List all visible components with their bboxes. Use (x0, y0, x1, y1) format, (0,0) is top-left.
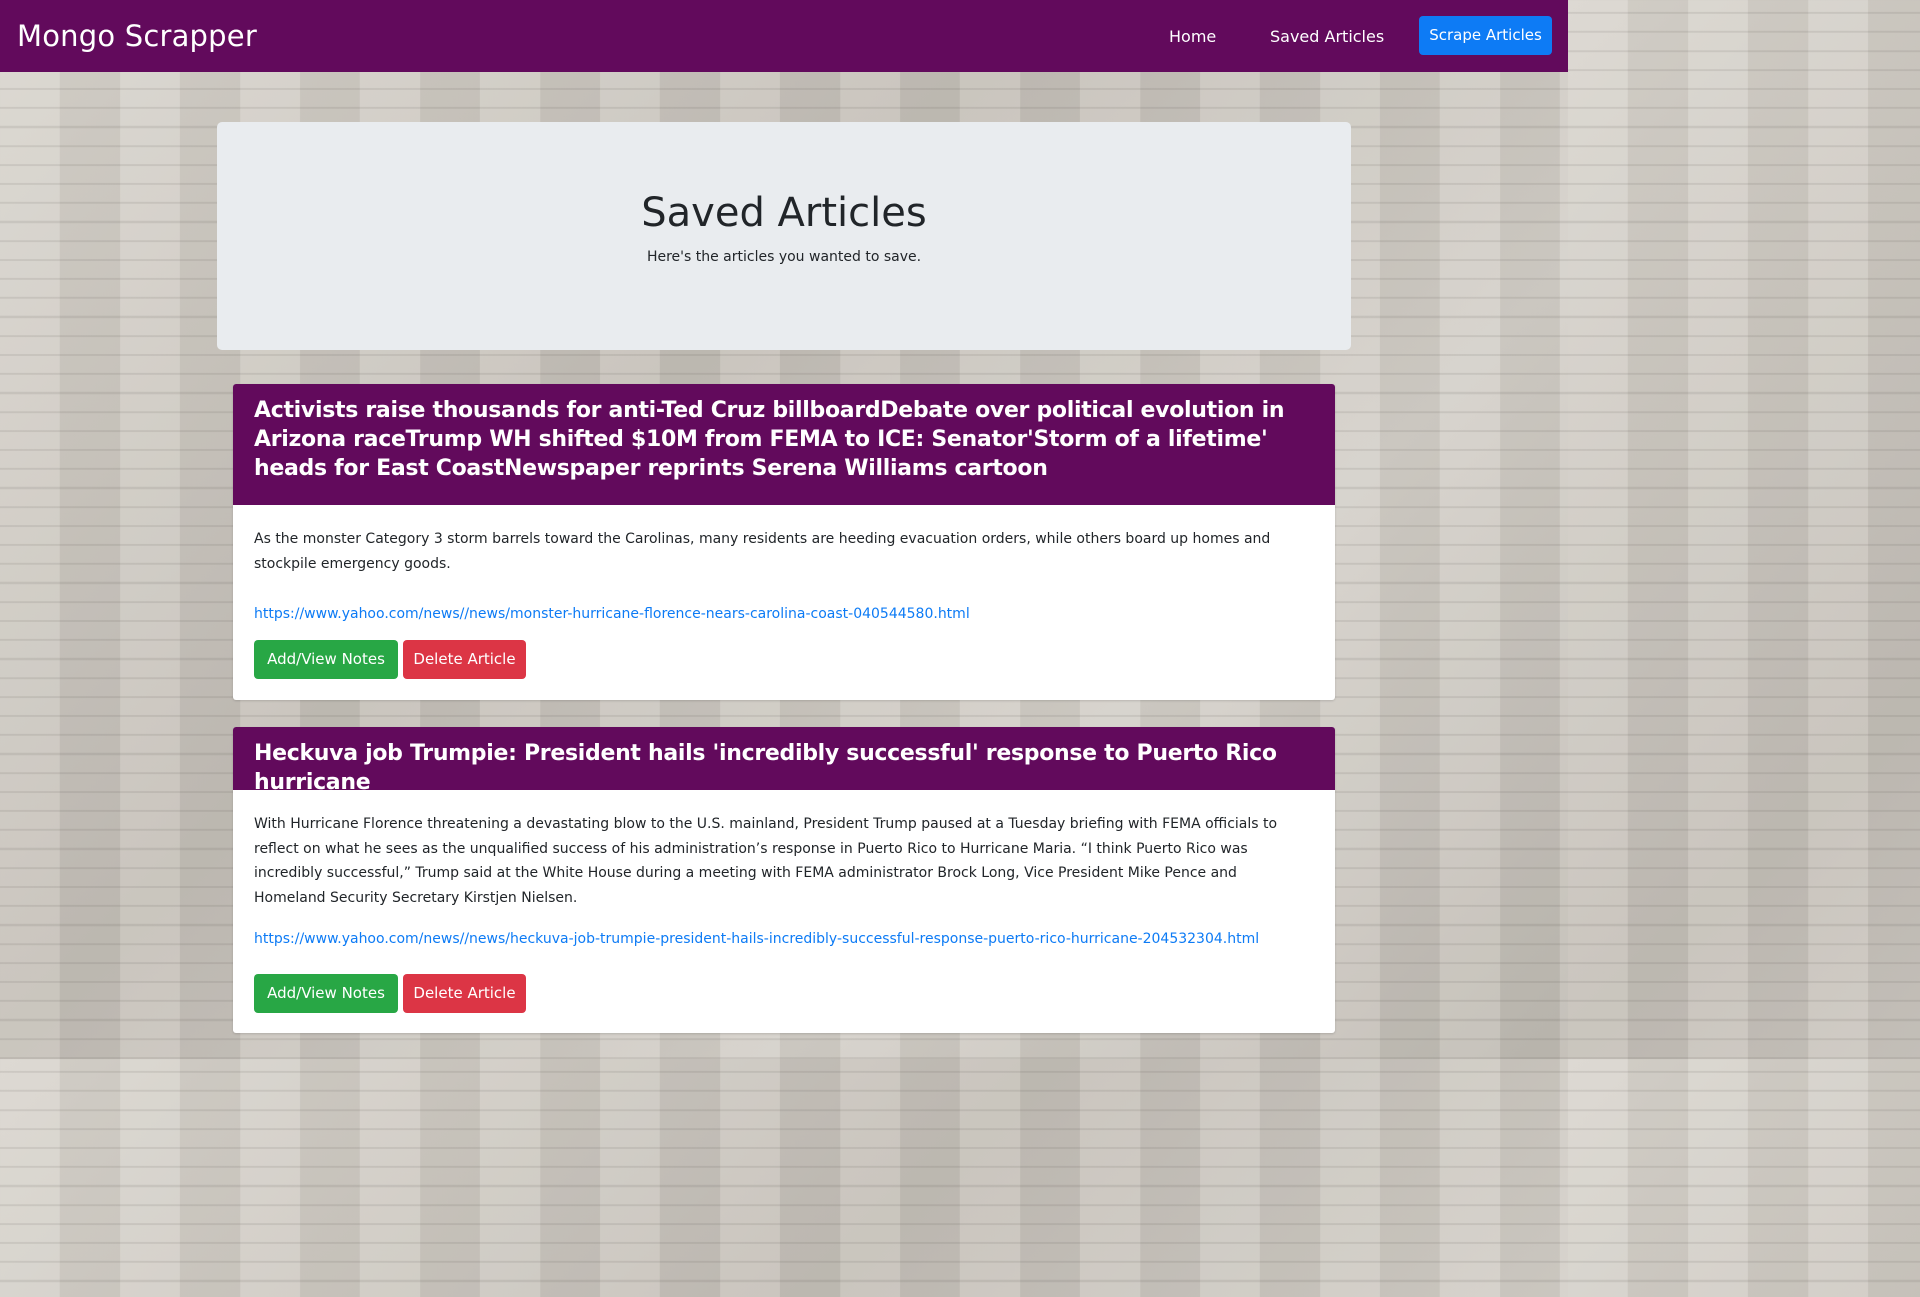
article-link[interactable]: https://www.yahoo.com/news//news/monster… (254, 604, 970, 624)
article-headline: Heckuva job Trumpie: President hails 'in… (254, 741, 1277, 795)
article-summary: As the monster Category 3 storm barrels … (254, 531, 1271, 572)
page-title: Saved Articles (641, 190, 927, 236)
article-summary: With Hurricane Florence threatening a de… (254, 816, 1278, 906)
article-card-header: Activists raise thousands for anti-Ted C… (233, 384, 1335, 505)
article-card: Heckuva job Trumpie: President hails 'in… (233, 727, 1335, 1033)
brand-title[interactable]: Mongo Scrapper (17, 16, 257, 56)
page-subtitle: Here's the articles you wanted to save. (646, 249, 922, 265)
scrape-articles-button[interactable]: Scrape Articles (1419, 16, 1552, 55)
delete-article-button[interactable]: Delete Article (403, 974, 526, 1013)
article-headline: Activists raise thousands for anti-Ted C… (254, 398, 1285, 481)
nav-home-link[interactable]: Home (1169, 26, 1216, 48)
page-header: Saved Articles Here's the articles you w… (217, 122, 1351, 350)
nav-saved-articles-link[interactable]: Saved Articles (1270, 26, 1384, 48)
delete-article-button[interactable]: Delete Article (403, 640, 526, 679)
article-link[interactable]: https://www.yahoo.com/news//news/heckuva… (254, 929, 1259, 949)
navbar: Mongo Scrapper Home Saved Articles Scrap… (0, 0, 1568, 72)
add-view-notes-button[interactable]: Add/View Notes (254, 974, 398, 1013)
article-card: Activists raise thousands for anti-Ted C… (233, 384, 1335, 700)
add-view-notes-button[interactable]: Add/View Notes (254, 640, 398, 679)
article-card-header: Heckuva job Trumpie: President hails 'in… (233, 727, 1335, 795)
